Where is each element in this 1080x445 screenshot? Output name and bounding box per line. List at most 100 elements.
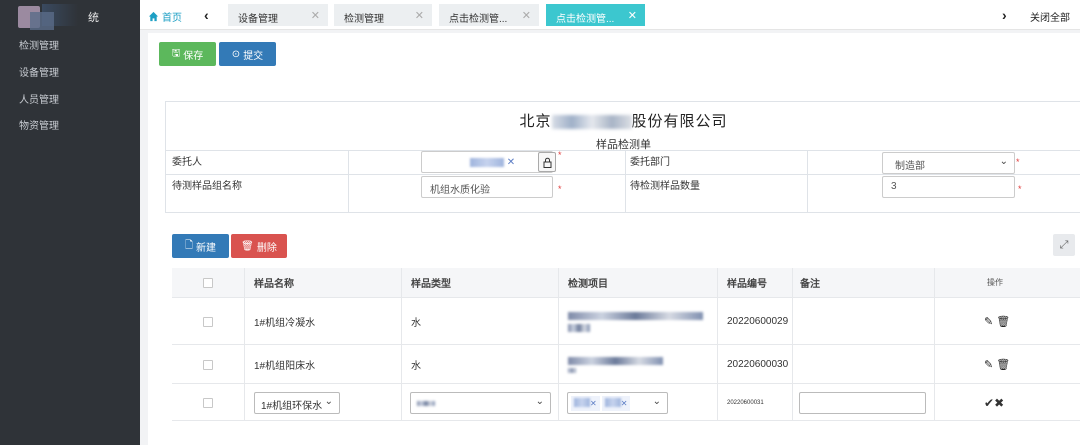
app-logo: 统 — [0, 0, 140, 30]
tab-click-inspection-active[interactable]: 点击检测管... ✕ — [546, 4, 645, 26]
sample-qty-input[interactable]: 3 — [882, 176, 1015, 198]
trash-icon: 🗑 — [241, 240, 254, 252]
table-row-editing: 1#机组环保水 ⌄ ⌄ ✕ ✕ ⌄ 20220600031 ✔ ✖ — [172, 385, 1080, 421]
save-button[interactable]: 🖫 保存 — [159, 42, 216, 66]
sidebar-item-equipment[interactable]: 设备管理 — [19, 64, 59, 79]
table-header: 样品名称 样品类型 检测项目 样品编号 备注 操作 — [172, 268, 1080, 298]
group-name-input[interactable]: 机组水质化验 — [421, 176, 553, 198]
client-field[interactable]: ✕ — [421, 151, 553, 173]
main-content: 🖫 保存 ⊙ 提交 北京 股份有限公司 样品检测单 委托人 ✕ * 委托部门 制… — [148, 33, 1080, 445]
close-icon[interactable]: ✕ — [628, 9, 637, 22]
chevron-down-icon: ⌄ — [535, 395, 544, 407]
delete-button[interactable]: 🗑 删除 — [231, 234, 287, 258]
tab-click-inspection[interactable]: 点击检测管... ✕ — [439, 4, 539, 26]
redacted-text — [568, 356, 663, 365]
col-sample-name: 样品名称 — [254, 279, 294, 290]
redacted-text — [551, 115, 632, 130]
submit-icon: ⊙ — [231, 48, 241, 60]
confirm-icon[interactable]: ✔ — [984, 396, 994, 410]
sample-name: 1#机组冷凝水 — [254, 318, 316, 329]
col-sample-type: 样品类型 — [411, 279, 451, 290]
submit-button[interactable]: ⊙ 提交 — [219, 42, 276, 66]
row-edit-actions: ✔ ✖ — [984, 385, 1004, 420]
table-row: 1#机组冷凝水 水 20220600029 ✎ 🗑 — [172, 299, 1080, 345]
row-actions: ✎ 🗑 — [984, 346, 1010, 383]
sample-code: 20220600029 — [727, 316, 789, 327]
sample-qty-label: 待检测样品数量 — [630, 181, 700, 192]
tab-equipment[interactable]: 设备管理 ✕ — [228, 4, 328, 26]
tab-label: 设备管理 — [238, 14, 278, 25]
tab-inspection[interactable]: 检测管理 ✕ — [334, 4, 432, 26]
lock-icon — [543, 157, 551, 168]
company-name: 北京 股份有限公司 — [519, 113, 728, 130]
row-checkbox[interactable] — [203, 359, 213, 370]
tab-label: 点击检测管... — [449, 14, 508, 25]
sidebar-item-inspection[interactable]: 检测管理 — [19, 37, 59, 52]
tabs-prev-button[interactable]: ‹ — [204, 7, 209, 23]
home-icon — [148, 11, 159, 22]
sample-type: 水 — [411, 361, 421, 372]
redacted-text — [568, 323, 590, 332]
chevron-down-icon: ⌄ — [324, 395, 333, 407]
sample-name-select[interactable]: 1#机组环保水 ⌄ — [254, 391, 340, 414]
select-all-checkbox[interactable] — [203, 277, 213, 288]
remove-icon[interactable]: ✕ — [507, 157, 515, 168]
redacted-text — [470, 157, 504, 167]
row-actions: ✎ 🗑 — [984, 299, 1010, 344]
redacted-text — [417, 400, 435, 406]
new-button[interactable]: 🗋 新建 — [172, 234, 229, 258]
remove-icon[interactable]: ✕ — [590, 399, 597, 408]
dept-label: 委托部门 — [630, 157, 670, 168]
row-checkbox[interactable] — [203, 316, 213, 327]
close-all-tabs-button[interactable]: 关闭全部 — [1030, 9, 1070, 24]
remove-icon[interactable]: ✕ — [621, 399, 628, 408]
sample-type-select[interactable]: ⌄ — [410, 391, 551, 414]
table-row: 1#机组阳床水 水 20220600030 ✎ 🗑 — [172, 346, 1080, 384]
trash-icon[interactable]: 🗑 — [996, 358, 1010, 371]
col-sample-code: 样品编号 — [727, 279, 767, 290]
trash-icon[interactable]: 🗑 — [996, 315, 1010, 328]
tab-label: 点击检测管... — [556, 14, 615, 25]
edit-icon[interactable]: ✎ — [984, 315, 993, 328]
tab-home[interactable]: 首页 — [148, 9, 182, 24]
redacted-text — [604, 398, 621, 408]
sample-code: 20220600031 — [727, 399, 764, 406]
chevron-down-icon: ⌄ — [999, 156, 1008, 167]
chevron-down-icon: ⌄ — [652, 395, 661, 407]
close-icon[interactable]: ✕ — [415, 9, 424, 22]
expand-button[interactable]: ⤢ — [1053, 234, 1075, 256]
group-name-label: 待测样品组名称 — [172, 181, 242, 192]
remark-input[interactable] — [799, 391, 926, 414]
tab-label: 检测管理 — [344, 14, 384, 25]
sample-code: 20220600030 — [727, 359, 789, 370]
test-items-select[interactable]: ✕ ✕ ⌄ — [567, 391, 668, 414]
inspection-form: 北京 股份有限公司 样品检测单 委托人 ✕ * 委托部门 制造部 ⌄ * 待测样品… — [165, 101, 1080, 213]
dept-select[interactable]: 制造部 ⌄ — [882, 152, 1015, 174]
sample-type: 水 — [411, 318, 421, 329]
tab-home-label: 首页 — [162, 13, 182, 24]
app-title: 统 — [88, 12, 99, 24]
tabs-next-button[interactable]: › — [1002, 7, 1007, 23]
sidebar-item-personnel[interactable]: 人员管理 — [19, 91, 59, 106]
row-checkbox[interactable] — [203, 397, 213, 408]
save-icon: 🖫 — [171, 47, 181, 59]
col-remark: 备注 — [800, 279, 820, 290]
redacted-text — [568, 367, 576, 373]
tab-bar: 首页 ‹ 设备管理 ✕ 检测管理 ✕ 点击检测管... ✕ 点击检测管... ✕… — [140, 0, 1080, 30]
col-test-items: 检测项目 — [568, 279, 608, 290]
col-actions: 操作 — [987, 278, 1003, 287]
test-items — [568, 346, 663, 383]
sidebar-item-materials[interactable]: 物资管理 — [19, 117, 59, 132]
edit-icon[interactable]: ✎ — [984, 358, 993, 371]
test-items — [568, 299, 703, 344]
close-icon[interactable]: ✕ — [522, 9, 531, 22]
cancel-icon[interactable]: ✖ — [994, 396, 1004, 410]
close-icon[interactable]: ✕ — [311, 9, 320, 22]
redacted-text — [574, 398, 590, 408]
sidebar: 统 检测管理 设备管理 人员管理 物资管理 — [0, 0, 140, 445]
redacted-text — [568, 311, 703, 320]
lock-button[interactable] — [538, 152, 556, 172]
expand-icon: ⤢ — [1059, 238, 1069, 251]
sample-name: 1#机组阳床水 — [254, 361, 316, 372]
client-label: 委托人 — [172, 157, 202, 168]
